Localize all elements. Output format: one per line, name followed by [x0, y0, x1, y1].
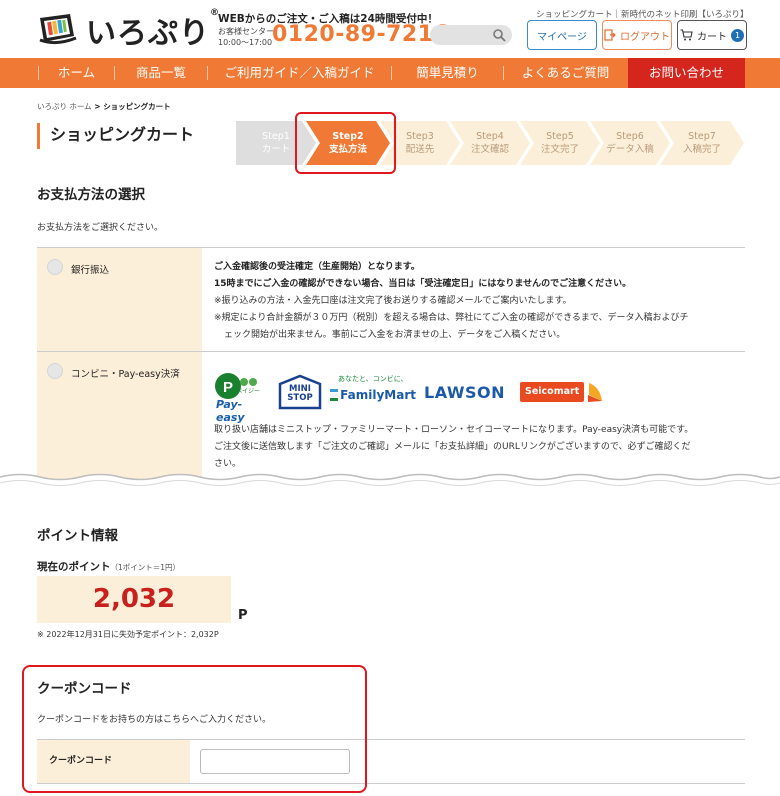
phone-number[interactable]: 0120-89-7216	[272, 22, 449, 47]
nav-guide[interactable]: ご利用ガイド／入稿ガイド	[208, 58, 391, 88]
search-input[interactable]	[430, 25, 512, 45]
points-unit: P	[238, 608, 248, 623]
lawson-logo: LAWSON	[424, 382, 506, 402]
breadcrumb-home-link[interactable]: いろぷり ホーム	[37, 102, 92, 111]
payment-section-title: お支払方法の選択	[37, 187, 145, 203]
site-header: いろぷり® WEBからのご注文・ご入稿は24時間受付中！ お客様センター 10:…	[0, 0, 780, 58]
customer-center-info: お客様センター 10:00〜17:00	[218, 27, 274, 47]
ministop-logo: MINI STOP	[278, 374, 322, 410]
mypage-button[interactable]: マイページ	[527, 20, 597, 50]
bank-transfer-details: ご入金確認後の受注確定（生産開始）となります。 15時までにご入金の確認ができな…	[214, 262, 689, 340]
breadcrumb-current: ショッピングカート	[103, 102, 171, 111]
torn-edge-divider	[0, 473, 780, 502]
cart-count-badge: 1	[731, 28, 744, 42]
payment-options-table: 銀行振込 ご入金確認後の受注確定（生産開始）となります。 15時までにご入金の確…	[37, 247, 745, 482]
payment-option-bank[interactable]: 銀行振込 ご入金確認後の受注確定（生産開始）となります。 15時までにご入金の確…	[37, 248, 745, 352]
step-5: Step5 注文完了	[520, 121, 600, 165]
cart-button[interactable]: カート 1	[677, 20, 747, 50]
seicomart-logo: Seicomart	[520, 381, 604, 403]
header-top-links[interactable]: ショッピングカート｜新時代のネット印刷【いろぷり】	[536, 8, 749, 20]
nav-faq[interactable]: よくあるご質問	[504, 58, 627, 88]
convenience-store-radio[interactable]	[47, 363, 63, 379]
page-title: ショッピングカート	[37, 123, 194, 149]
search-icon[interactable]	[492, 28, 506, 42]
nav-products[interactable]: 商品一覧	[115, 58, 207, 88]
breadcrumb: いろぷり ホーム > ショッピングカート	[37, 102, 171, 111]
logout-icon	[604, 29, 616, 41]
payment-description: お支払方法をご選択ください。	[37, 223, 164, 233]
current-points-label: 現在のポイント（1ポイント＝1円）	[37, 561, 181, 573]
svg-text:P: P	[223, 379, 233, 396]
nav-contact-button[interactable]: お問い合わせ	[628, 58, 745, 88]
step-4: Step4 注文確認	[450, 121, 530, 165]
payment-option-label-cell[interactable]: 銀行振込	[37, 248, 202, 351]
coupon-highlight-frame	[22, 665, 367, 793]
familymart-logo: あなたと、コンビに、 FamilyMart	[330, 374, 416, 410]
step-6: Step6 データ入稿	[590, 121, 670, 165]
bank-transfer-radio[interactable]	[47, 259, 63, 275]
logo-icon[interactable]	[38, 10, 78, 46]
payeasy-logo: P ペイジー Pay-easy	[214, 370, 270, 424]
points-expiry-note: ※ 2022年12月31日に失効予定ポイント：2,032P	[37, 630, 219, 639]
logo-text[interactable]: いろぷり®	[86, 8, 220, 52]
logout-button[interactable]: ログアウト	[602, 20, 672, 50]
nav-estimate[interactable]: 簡単見積り	[392, 58, 503, 88]
convenience-brand-logos: P ペイジー Pay-easy MINI STOP あなたと、コンビに、 Fam…	[214, 368, 733, 424]
main-nav: ホーム 商品一覧 ご利用ガイド／入稿ガイド 簡単見積り よくあるご質問 お問い合…	[0, 58, 780, 88]
step-7: Step7 入稿完了	[660, 121, 744, 165]
nav-home[interactable]: ホーム	[39, 58, 114, 88]
step-highlight-frame	[295, 112, 396, 174]
cart-icon	[680, 29, 693, 41]
points-value: 2,032	[37, 576, 231, 623]
points-section-title: ポイント情報	[37, 528, 118, 544]
